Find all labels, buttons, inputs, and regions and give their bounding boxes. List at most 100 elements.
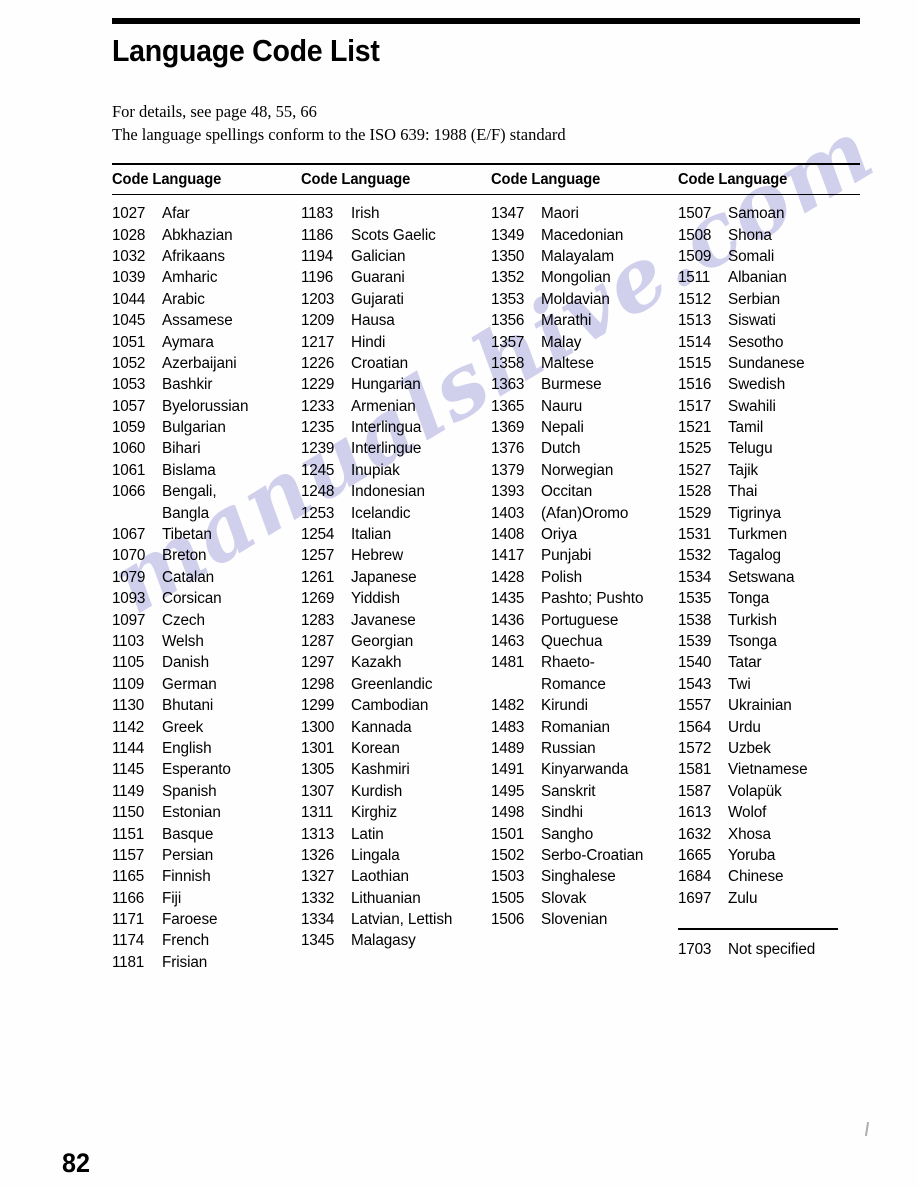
table-row: 1052 Azerbaijani	[112, 353, 301, 374]
language-code: 1103	[112, 633, 145, 650]
language-code: 1613	[678, 804, 712, 822]
language-name: Moldavian	[541, 290, 610, 308]
language-code: 1171	[112, 911, 145, 929]
table-row: 1511 Albanian	[678, 267, 860, 288]
language-code: 1254	[301, 526, 335, 544]
language-code: 1557	[678, 697, 712, 715]
language-code: 1313	[301, 825, 335, 843]
language-name: Sanskrit	[541, 782, 596, 800]
table-row: 1528 Thai	[678, 481, 860, 502]
language-code: 1502	[491, 846, 525, 864]
language-name: Tajik	[728, 461, 759, 479]
table-row: 1239 Interlingue	[301, 438, 491, 459]
language-code: 1540	[678, 654, 712, 672]
table-row: 1151 Basque	[112, 824, 301, 845]
language-name: Scots Gaelic	[351, 226, 436, 244]
language-code: 1503	[491, 868, 525, 886]
table-row: 1307 Kurdish	[301, 781, 491, 802]
language-name: Yoruba	[728, 846, 776, 864]
language-code: 1481	[491, 654, 525, 672]
language-name: Finnish	[162, 868, 211, 886]
table-row: 1067 Tibetan	[112, 524, 301, 545]
language-name: Bengali,	[162, 483, 217, 501]
language-code: 1365	[491, 397, 525, 415]
table-row: 1183 Irish	[301, 203, 491, 224]
language-name: Kirghiz	[351, 804, 398, 822]
table-row: 1543 Twi	[678, 674, 860, 695]
table-row: 1166 Fiji	[112, 888, 301, 909]
language-code: 1287	[301, 633, 335, 650]
language-name: Icelandic	[351, 504, 411, 522]
language-code: 1581	[678, 761, 712, 779]
table-row: 1538 Turkish	[678, 610, 860, 631]
language-name: Latvian, Lettish	[351, 911, 453, 929]
table-row: 1060 Bihari	[112, 438, 301, 459]
table-row: 1051 Aymara	[112, 332, 301, 353]
language-code: 1061	[112, 461, 146, 479]
language-code: 1543	[678, 675, 712, 693]
code-column-2: 1183 Irish 1186 Scots Gaelic 1194 Galician 119…	[301, 203, 491, 973]
table-row: 1665 Yoruba	[678, 845, 860, 866]
language-code: 1174	[112, 932, 145, 950]
table-row: 1352 Mongolian	[491, 267, 678, 288]
language-code: 1501	[491, 825, 525, 843]
language-code: 1513	[678, 312, 712, 330]
language-name: German	[162, 675, 217, 693]
not-specified-block: 1703 Not specified	[678, 928, 838, 960]
language-name: Fiji	[162, 889, 182, 907]
language-code: 1482	[491, 697, 525, 715]
language-name: Bangla	[162, 504, 210, 522]
language-code: 1149	[112, 782, 145, 800]
language-name: Corsican	[162, 590, 222, 608]
table-row: 1363 Burmese	[491, 374, 678, 395]
table-row: 1299 Cambodian	[301, 695, 491, 716]
table-row: 1150 Estonian	[112, 802, 301, 823]
language-code: 1539	[678, 633, 712, 650]
table-row: 1226 Croatian	[301, 353, 491, 374]
language-name: Spanish	[162, 782, 217, 800]
language-name: Vietnamese	[728, 761, 808, 779]
language-name: Irish	[351, 205, 380, 223]
column-header-4: Code Language	[678, 170, 788, 188]
language-name: Bulgarian	[162, 419, 226, 437]
language-code: 1305	[301, 761, 335, 779]
table-row: 1171 Faroese	[112, 909, 301, 930]
language-name: Telugu	[728, 440, 773, 458]
language-code: 1051	[112, 333, 146, 351]
language-code: 1203	[301, 290, 335, 308]
language-code: 1239	[301, 440, 335, 458]
language-name: Volapük	[728, 782, 782, 800]
language-name: Romance	[541, 675, 606, 693]
language-name: Breton	[162, 547, 207, 565]
table-row: 1534 Setswana	[678, 567, 860, 588]
table-row: 1105 Danish	[112, 652, 301, 673]
language-name: Tatar	[728, 654, 762, 672]
language-name: Hebrew	[351, 547, 404, 565]
table-row: 1428 Polish	[491, 567, 678, 588]
language-code: 1684	[678, 868, 712, 886]
language-code: 1299	[301, 697, 335, 715]
language-code: 1297	[301, 654, 335, 672]
intro-line-2: The language spellings conform to the IS…	[112, 125, 566, 144]
table-row: 1066 Bengali,	[112, 481, 301, 502]
language-name: Bislama	[162, 461, 216, 479]
language-name: Kurdish	[351, 782, 403, 800]
language-code: 1032	[112, 247, 146, 265]
language-name: Bashkir	[162, 376, 213, 394]
language-name: Georgian	[351, 633, 414, 650]
language-name: Siswati	[728, 312, 776, 330]
language-name: Slovenian	[541, 911, 608, 929]
language-code: 1512	[678, 290, 712, 308]
language-code: 1515	[678, 354, 712, 372]
language-name: Punjabi	[541, 547, 592, 565]
language-code: 1349	[491, 226, 525, 244]
table-row: 1525 Telugu	[678, 438, 860, 459]
language-name: Tonga	[728, 590, 770, 608]
language-code: 1350	[491, 247, 525, 265]
language-code: 1053	[112, 376, 146, 394]
language-code: 1298	[301, 675, 335, 693]
language-code: 1505	[491, 889, 525, 907]
language-name: Korean	[351, 739, 400, 757]
table-row: 1326 Lingala	[301, 845, 491, 866]
language-name: Setswana	[728, 568, 795, 586]
